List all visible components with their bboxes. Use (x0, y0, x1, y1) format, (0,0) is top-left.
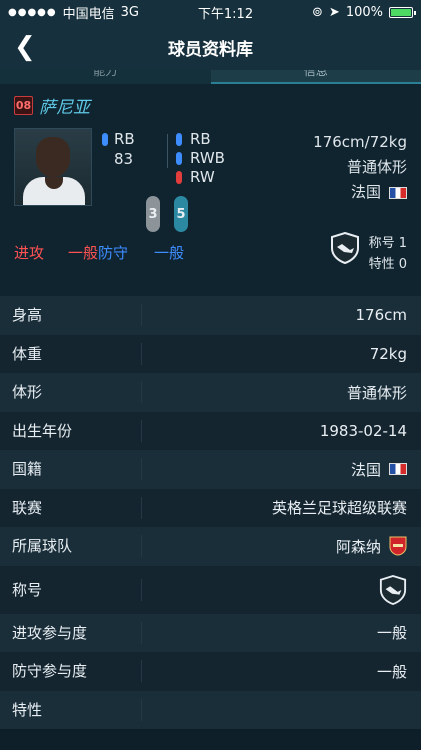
strong-foot-badge: 5 (174, 196, 188, 232)
attack-value: 一般 (68, 244, 99, 262)
table-row: 防守参与度 一般 (0, 652, 421, 691)
row-value: 阿森纳 (142, 536, 421, 557)
jersey-number-badge: 08 (14, 96, 33, 115)
height-weight: 176cm/72kg (313, 133, 407, 151)
player-photo (14, 128, 92, 206)
row-label: 防守参与度 (0, 660, 142, 683)
row-value: 1983-02-14 (319, 421, 407, 440)
body-type: 普通体形 (346, 158, 407, 176)
battery-percent: 100% (345, 4, 383, 20)
row-value: 176cm (355, 306, 408, 325)
title-shield-icon[interactable] (330, 232, 360, 264)
defense-value: 一般 (154, 244, 185, 262)
nationality: 法国 (313, 180, 407, 205)
row-value: 普通体形 (346, 383, 407, 402)
alt-positions: RB RWB RW (176, 130, 225, 187)
title-count-label: 称号 (368, 236, 395, 251)
table-row: 身高 176cm (0, 296, 421, 335)
network: 3G (120, 4, 140, 20)
title-trait-counts: 称号 1 特性 0 (369, 233, 407, 275)
table-row: 进攻参与度 一般 (0, 613, 421, 652)
main-position: RB 83 (102, 130, 135, 168)
row-value: 英格兰足球超级联赛 (271, 499, 407, 518)
position-pill-icon (176, 133, 182, 146)
row-label: 进攻参与度 (0, 621, 142, 644)
position-pill-icon (176, 171, 182, 184)
position-divider (167, 134, 168, 168)
back-button[interactable]: ❮ (14, 32, 36, 62)
row-label: 国籍 (0, 458, 142, 481)
row-value: 法国 (142, 459, 421, 480)
tab-bar: 能力 信息 (0, 70, 421, 84)
battery-icon (388, 6, 416, 18)
table-row: 出生年份 1983-02-14 (0, 411, 421, 450)
arsenal-crest-icon (389, 536, 407, 556)
table-row: 所属球队 阿森纳 (0, 527, 421, 566)
table-row: 称号 (0, 565, 421, 614)
trait-count: 0 (398, 257, 407, 272)
player-name: 萨尼亚 (39, 98, 90, 118)
rotation-lock-icon: ⊚ (312, 4, 323, 20)
clock: 下午1:12 (197, 6, 254, 22)
france-flag-icon (389, 463, 407, 476)
alt-position: RWB (190, 149, 225, 167)
alt-position: RW (190, 168, 215, 186)
title-count: 1 (398, 236, 407, 251)
row-label: 体形 (0, 381, 142, 404)
location-icon: ➤ (328, 4, 340, 20)
row-label: 体重 (0, 342, 142, 365)
title-shield-icon[interactable] (379, 574, 407, 605)
row-label: 身高 (0, 304, 142, 327)
row-label: 联赛 (0, 496, 142, 519)
player-card: 08 萨尼亚 RB 83 RB RWB RW 176cm/72kg 普通体形 法… (0, 84, 421, 296)
attack-label: 进攻 (14, 244, 45, 262)
row-value (142, 574, 421, 605)
tab-ability[interactable]: 能力 (0, 70, 211, 84)
france-flag-icon (389, 186, 407, 199)
position-rating: 83 (114, 150, 134, 168)
nav-bar: ❮ 球员资料库 (0, 24, 421, 70)
row-value: 一般 (376, 662, 407, 681)
row-label: 特性 (0, 698, 142, 721)
status-bar: ●●●●● 中国电信 3G 下午1:12 ⊚ ➤ 100% (0, 0, 421, 24)
defense-label: 防守 (98, 244, 129, 262)
page-title: 球员资料库 (168, 39, 253, 60)
row-value: 一般 (376, 624, 407, 643)
row-label: 称号 (0, 578, 142, 601)
main-position-label: RB (114, 130, 135, 148)
foot-badges: 3 5 (146, 196, 188, 232)
position-pill-icon (102, 132, 108, 146)
work-rates: 进攻 一般 防守 一般 (14, 242, 184, 263)
table-row: 国籍 法国 (0, 450, 421, 489)
player-summary: 176cm/72kg 普通体形 法国 (313, 130, 407, 205)
table-row: 特性 (0, 690, 421, 729)
row-label: 出生年份 (0, 419, 142, 442)
table-row: 体重 72kg (0, 334, 421, 373)
row-label: 所属球队 (0, 535, 142, 558)
table-row: 体形 普通体形 (0, 373, 421, 412)
trait-count-label: 特性 (368, 257, 395, 272)
carrier: 中国电信 (62, 6, 115, 22)
table-row: 联赛 英格兰足球超级联赛 (0, 488, 421, 527)
signal-icon: ●●●●● (8, 6, 57, 18)
alt-position: RB (190, 130, 211, 148)
row-value: 72kg (369, 344, 407, 363)
details-table: 身高 176cm 体重 72kg 体形 普通体形 出生年份 1983-02-14… (0, 296, 421, 729)
tab-info[interactable]: 信息 (210, 70, 421, 84)
position-pill-icon (176, 152, 182, 165)
weak-foot-badge: 3 (146, 196, 160, 232)
